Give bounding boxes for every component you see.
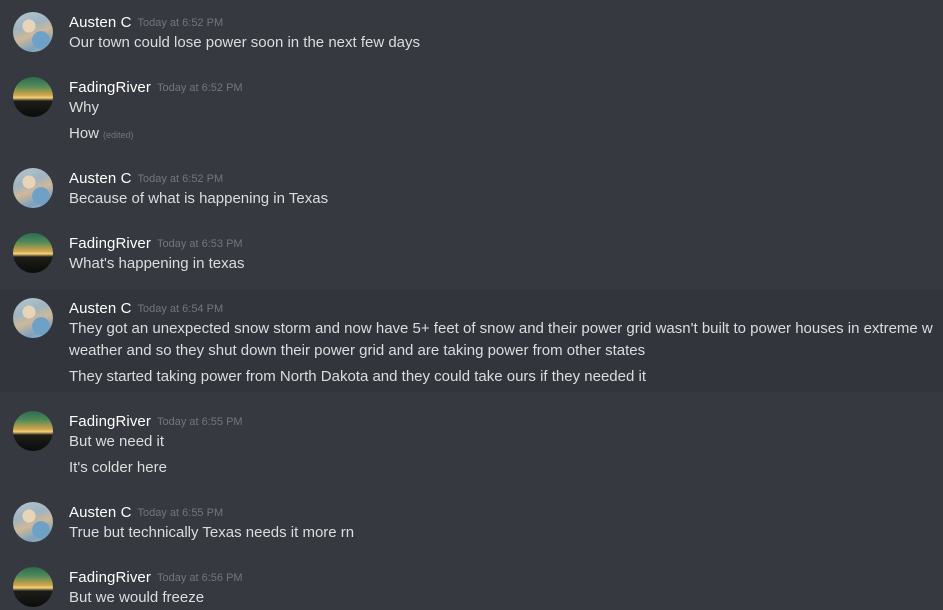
message-text: What's happening in texas xyxy=(69,255,245,272)
timestamp[interactable]: Today at 6:52 PM xyxy=(138,173,224,185)
message-header: Austen C Today at 6:52 PM xyxy=(69,12,223,32)
message-text: Why xyxy=(69,99,99,116)
avatar[interactable] xyxy=(13,567,53,607)
message-group: Austen C Today at 6:54 PM They got an une… xyxy=(0,290,943,392)
timestamp[interactable]: Today at 6:54 PM xyxy=(138,303,224,315)
timestamp[interactable]: Today at 6:53 PM xyxy=(157,238,243,250)
message-group: FadingRiver Today at 6:52 PM Why How (edit… xyxy=(0,77,943,147)
avatar[interactable] xyxy=(13,502,53,542)
avatar[interactable] xyxy=(13,12,53,52)
username[interactable]: FadingRiver xyxy=(69,235,151,252)
message-group: FadingRiver Today at 6:56 PM But we would… xyxy=(0,567,943,610)
username[interactable]: Austen C xyxy=(69,300,132,317)
username[interactable]: Austen C xyxy=(69,14,132,31)
timestamp[interactable]: Today at 6:55 PM xyxy=(157,416,243,428)
message-group: FadingRiver Today at 6:55 PM But we need … xyxy=(0,411,943,481)
message-header: FadingRiver Today at 6:55 PM xyxy=(69,411,243,431)
message-group: Austen C Today at 6:55 PM True but techni… xyxy=(0,502,943,552)
message-header: Austen C Today at 6:52 PM xyxy=(69,168,223,188)
message-text: They got an unexpected snow storm and no… xyxy=(69,320,933,337)
message-header: FadingRiver Today at 6:56 PM xyxy=(69,567,243,587)
message-text: weather and so they shut down their powe… xyxy=(69,342,646,359)
message-header: FadingRiver Today at 6:53 PM xyxy=(69,233,243,253)
message-text-edited: How (edited) xyxy=(69,123,134,146)
timestamp[interactable]: Today at 6:52 PM xyxy=(138,17,224,29)
message-header: Austen C Today at 6:54 PM xyxy=(69,298,223,318)
message-text: Because of what is happening in Texas xyxy=(69,190,329,207)
edited-tag: (edited) xyxy=(103,130,134,140)
avatar[interactable] xyxy=(13,233,53,273)
message-text: It's colder here xyxy=(69,459,167,476)
username[interactable]: Austen C xyxy=(69,170,132,187)
message-text: How xyxy=(69,125,100,142)
message-group: Austen C Today at 6:52 PM Because of what… xyxy=(0,168,943,218)
avatar[interactable] xyxy=(13,411,53,451)
message-group: Austen C Today at 6:52 PM Our town could … xyxy=(0,12,943,62)
message-text: But we need it xyxy=(69,433,165,450)
message-header: FadingRiver Today at 6:52 PM xyxy=(69,77,243,97)
username[interactable]: FadingRiver xyxy=(69,413,151,430)
message-text: But we would freeze xyxy=(69,589,205,606)
timestamp[interactable]: Today at 6:52 PM xyxy=(157,82,243,94)
message-header: Austen C Today at 6:55 PM xyxy=(69,502,223,522)
message-text: Our town could lose power soon in the ne… xyxy=(69,34,421,51)
message-text: True but technically Texas needs it more… xyxy=(69,524,355,541)
avatar[interactable] xyxy=(13,77,53,117)
avatar[interactable] xyxy=(13,168,53,208)
chat-messages: Austen C Today at 6:52 PM Our town could … xyxy=(0,0,943,610)
avatar[interactable] xyxy=(13,298,53,338)
timestamp[interactable]: Today at 6:56 PM xyxy=(157,572,243,584)
username[interactable]: FadingRiver xyxy=(69,79,151,96)
username[interactable]: FadingRiver xyxy=(69,569,151,586)
message-group: FadingRiver Today at 6:53 PM What's happe… xyxy=(0,233,943,283)
username[interactable]: Austen C xyxy=(69,504,132,521)
message-text: They started taking power from North Dak… xyxy=(69,368,646,385)
timestamp[interactable]: Today at 6:55 PM xyxy=(138,507,224,519)
